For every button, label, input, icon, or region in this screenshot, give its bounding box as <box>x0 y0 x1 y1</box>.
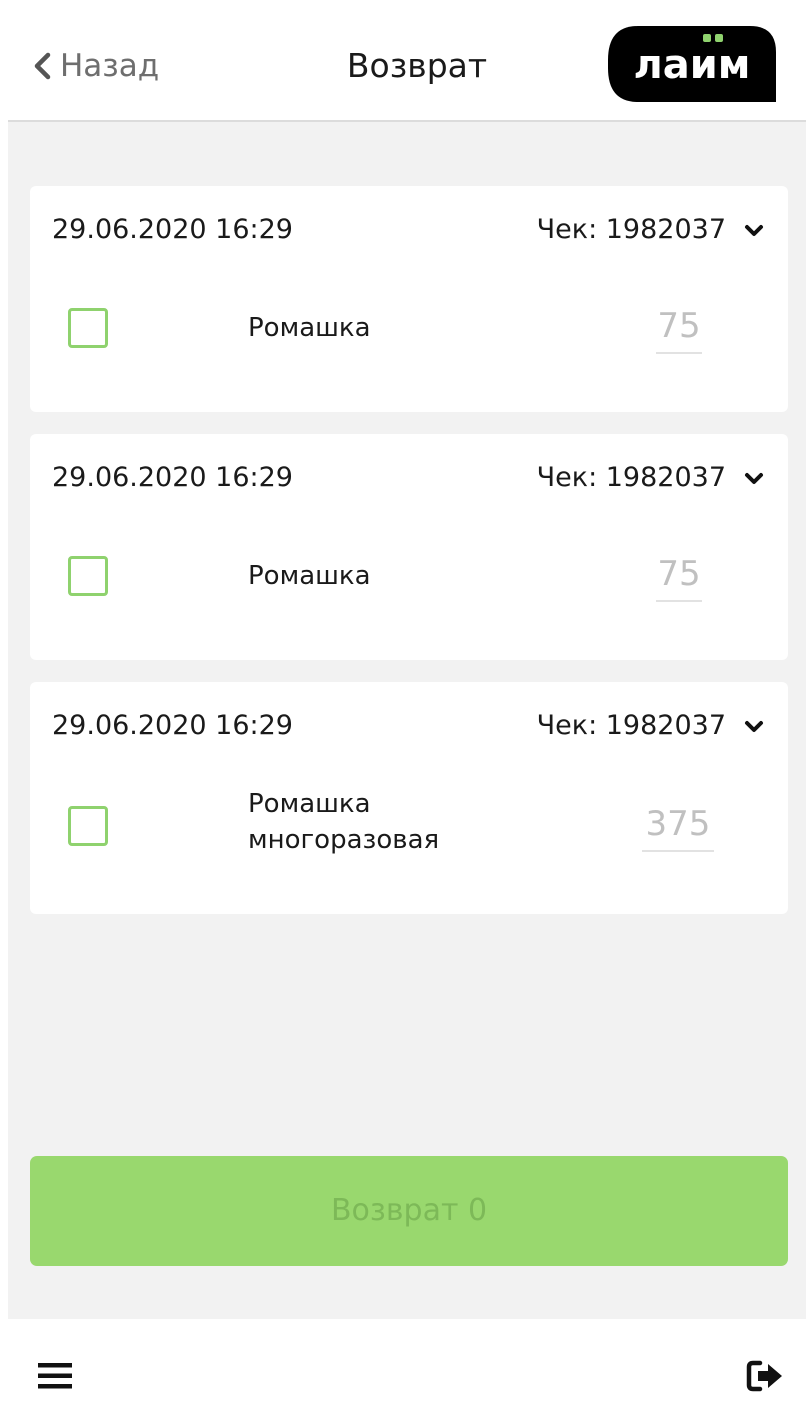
chevron-down-icon[interactable] <box>742 714 766 738</box>
product-name-line1: Ромашка <box>248 313 371 343</box>
receipt-card: 29.06.2020 16:29 Чек: 1982037 Ромашка мн… <box>30 682 788 914</box>
chevron-down-icon[interactable] <box>742 218 766 242</box>
laim-logo: лаим <box>608 26 776 102</box>
amount-input[interactable]: 75 <box>656 304 702 354</box>
receipt-datetime: 29.06.2020 16:29 <box>52 710 293 741</box>
receipt-datetime: 29.06.2020 16:29 <box>52 214 293 245</box>
product-name-line1: Ромашка <box>248 561 371 591</box>
receipt-number: Чек: 1982037 <box>536 710 726 741</box>
bottom-bar <box>8 1319 806 1427</box>
header: Назад Возврат лаим <box>8 0 806 122</box>
app-screen: Назад Возврат лаим 29.06.2020 16:29 Чек:… <box>8 0 806 1427</box>
item-checkbox[interactable] <box>68 556 108 596</box>
receipt-datetime: 29.06.2020 16:29 <box>52 462 293 493</box>
product-name: Ромашка <box>248 310 508 346</box>
product-name: Ромашка <box>248 558 508 594</box>
returns-content: 29.06.2020 16:29 Чек: 1982037 Ромашка 75… <box>8 122 806 1319</box>
hamburger-menu-icon[interactable] <box>38 1361 72 1391</box>
return-button[interactable]: Возврат 0 <box>30 1156 788 1266</box>
product-name-line1: Ромашка <box>248 789 371 819</box>
receipt-header: 29.06.2020 16:29 Чек: 1982037 <box>52 710 766 746</box>
chevron-down-icon[interactable] <box>742 466 766 490</box>
item-checkbox[interactable] <box>68 806 108 846</box>
receipt-number: Чек: 1982037 <box>536 462 726 493</box>
amount-input[interactable]: 375 <box>642 802 714 852</box>
logout-icon[interactable] <box>746 1359 786 1393</box>
svg-text:лаим: лаим <box>633 42 750 88</box>
amount-input[interactable]: 75 <box>656 552 702 602</box>
page-title: Возврат <box>346 46 488 85</box>
receipt-header: 29.06.2020 16:29 Чек: 1982037 <box>52 462 766 498</box>
receipt-card: 29.06.2020 16:29 Чек: 1982037 Ромашка 75 <box>30 434 788 660</box>
receipt-card: 29.06.2020 16:29 Чек: 1982037 Ромашка 75 <box>30 186 788 412</box>
product-name: Ромашка многоразовая <box>248 786 508 858</box>
product-name-line2: многоразовая <box>248 825 440 855</box>
item-checkbox[interactable] <box>68 308 108 348</box>
receipt-number: Чек: 1982037 <box>536 214 726 245</box>
receipt-header: 29.06.2020 16:29 Чек: 1982037 <box>52 214 766 250</box>
